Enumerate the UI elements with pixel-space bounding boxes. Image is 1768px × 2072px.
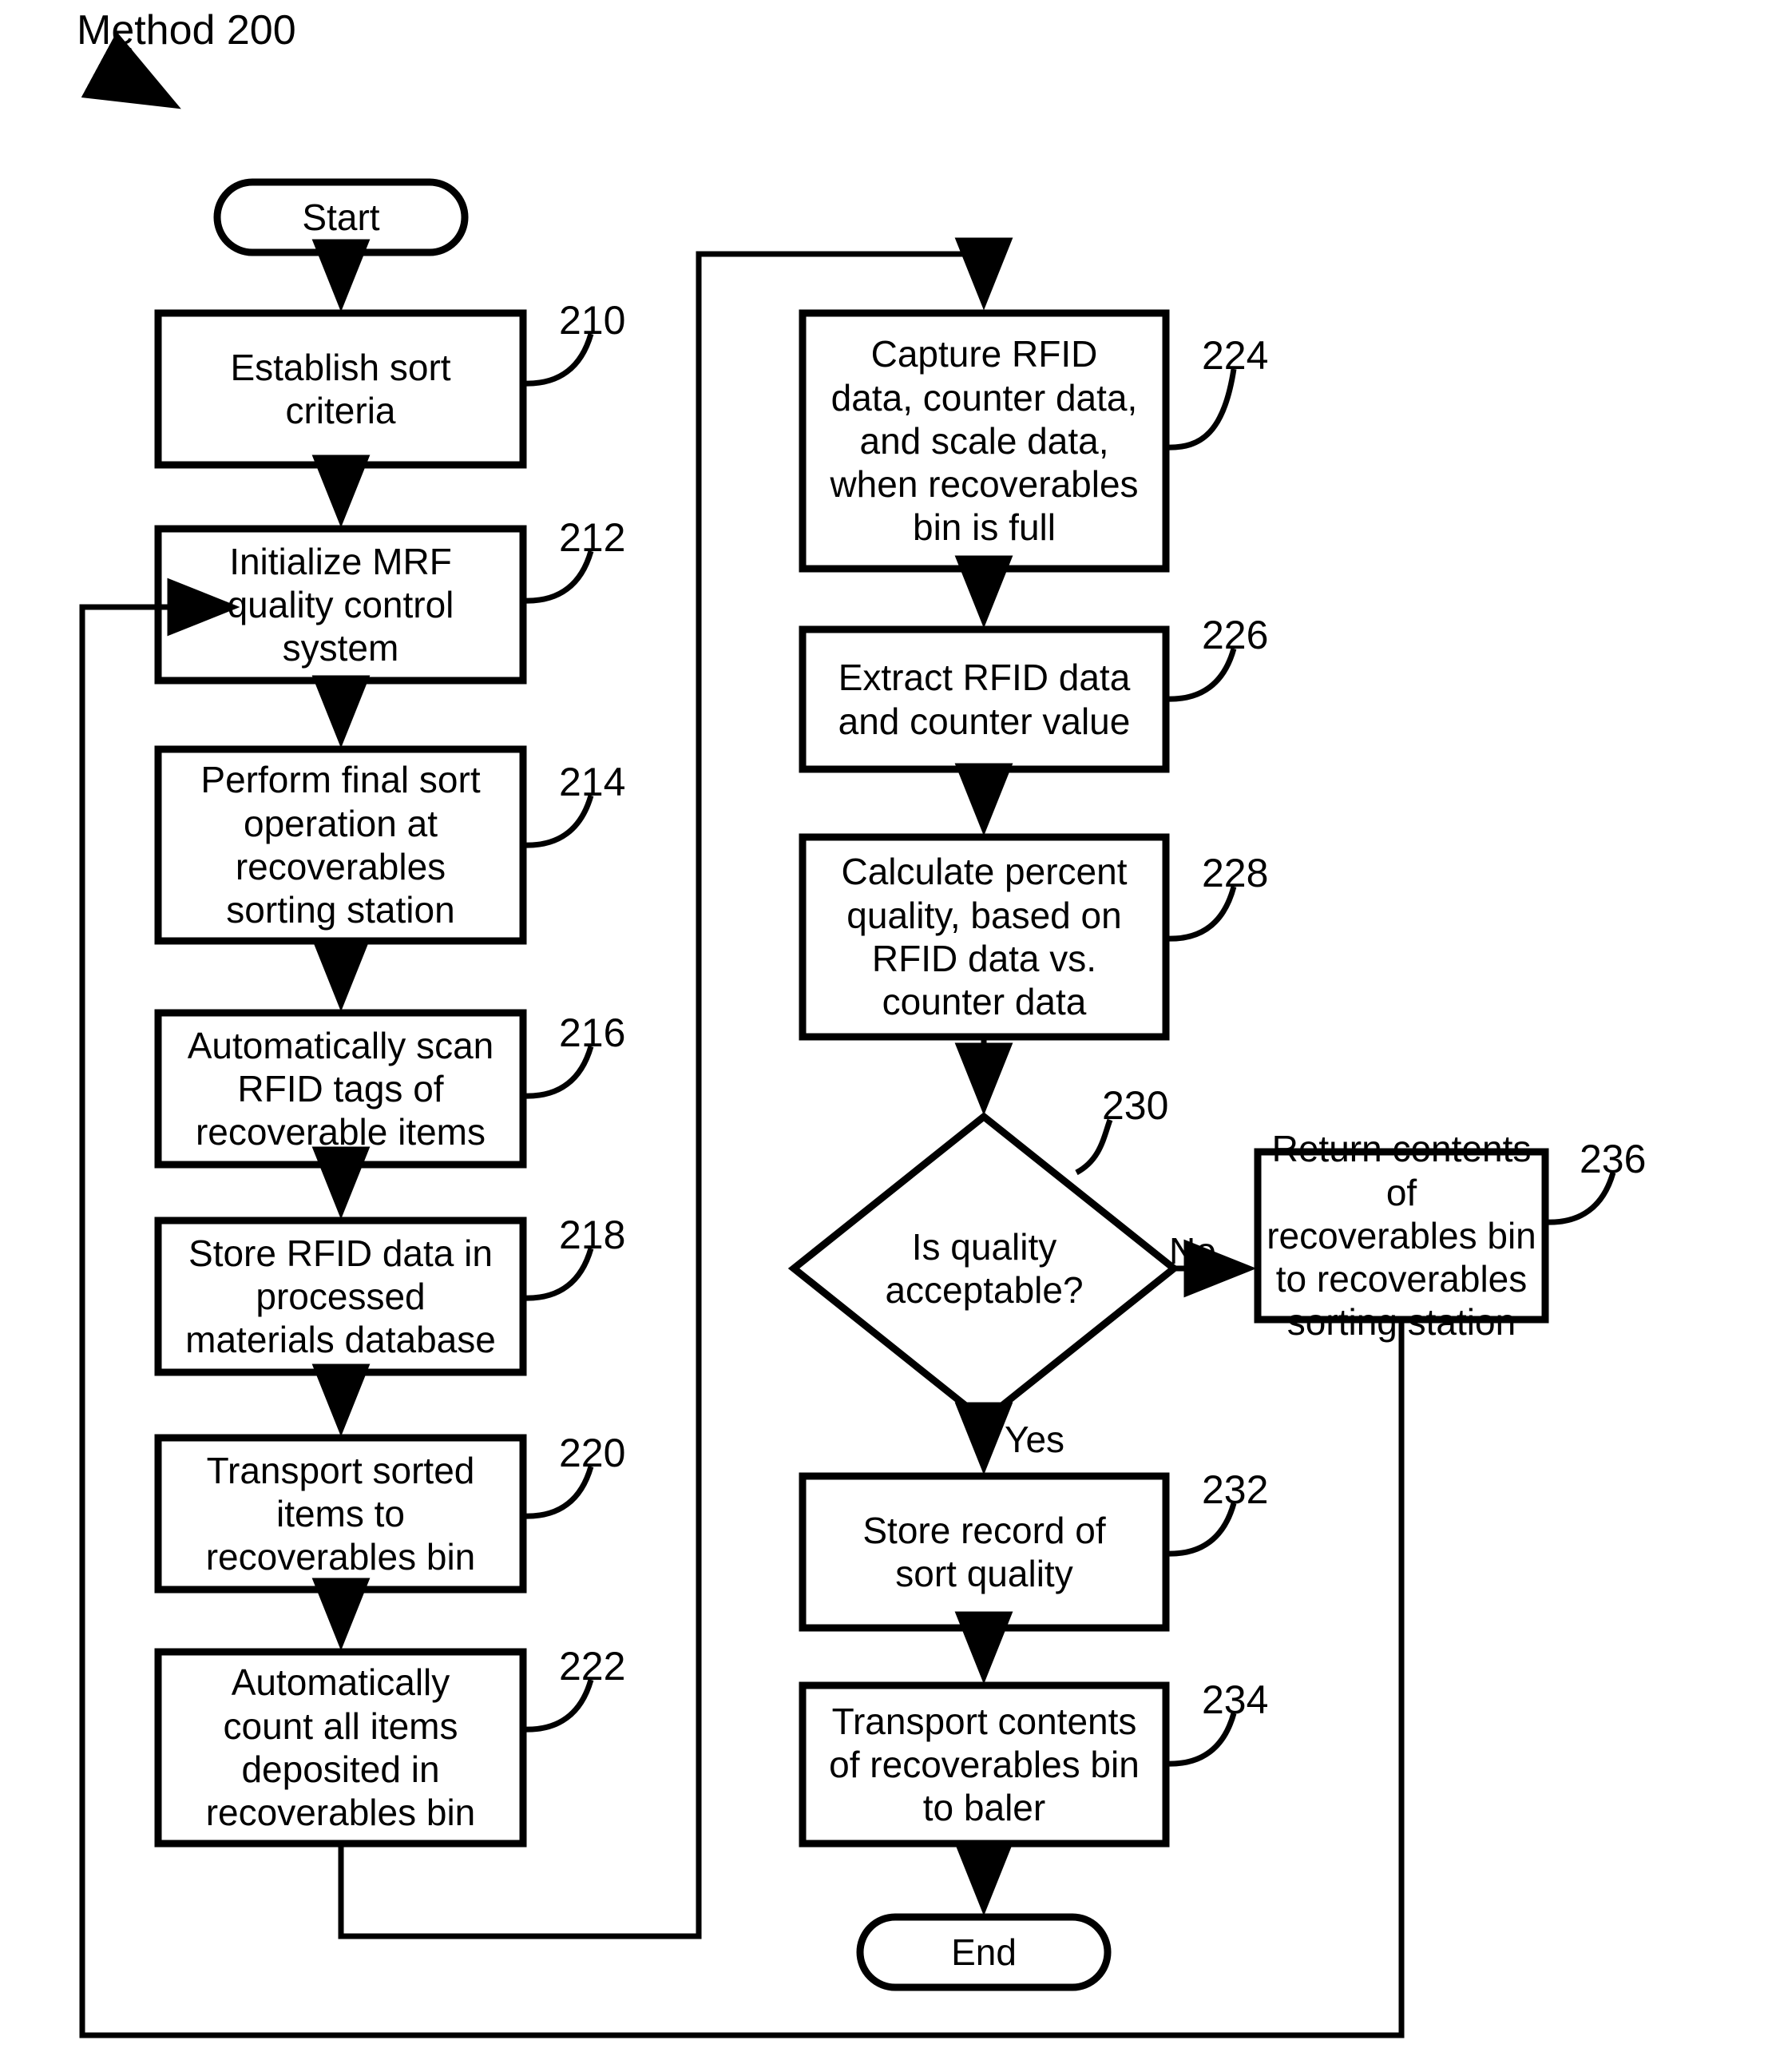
shape-210	[154, 309, 527, 469]
shape-234	[799, 1681, 1170, 1848]
flowchart-canvas	[79, 31, 1616, 2038]
shape-232	[799, 1472, 1170, 1632]
shape-228	[799, 833, 1170, 1041]
ref-number-234: 234	[1202, 1677, 1269, 1722]
ref-number-212: 212	[559, 515, 626, 560]
ref-number-222: 222	[559, 1644, 626, 1689]
shape-218	[154, 1217, 527, 1376]
figure-caption-arrow	[81, 31, 181, 109]
ref-number-218: 218	[559, 1213, 626, 1257]
ref-number-210: 210	[559, 298, 626, 343]
ref-number-230: 230	[1102, 1083, 1169, 1128]
flowchart-page: Method 200 Start Establish sort criteria…	[0, 0, 1768, 2072]
shape-220	[154, 1434, 527, 1594]
ref-number-236: 236	[1580, 1137, 1647, 1181]
ref-number-228: 228	[1202, 851, 1269, 895]
shape-end	[856, 1913, 1112, 1991]
ref-number-226: 226	[1202, 613, 1269, 657]
shape-216	[154, 1009, 527, 1169]
ref-number-232: 232	[1202, 1467, 1269, 1512]
edge-label-yes: Yes	[1005, 1419, 1065, 1460]
shape-230	[787, 1112, 1180, 1425]
shape-214	[154, 745, 527, 945]
shape-226	[799, 625, 1170, 773]
shape-236	[1254, 1148, 1549, 1324]
ref-number-216: 216	[559, 1010, 626, 1055]
figure-caption: Method 200	[77, 7, 296, 54]
ref-number-224: 224	[1202, 333, 1269, 378]
shape-224	[799, 309, 1170, 573]
shape-222	[154, 1648, 527, 1848]
edge-label-no: No	[1169, 1230, 1216, 1272]
ref-number-220: 220	[559, 1431, 626, 1475]
leader-224	[1165, 368, 1237, 451]
ref-number-214: 214	[559, 760, 626, 804]
shape-start	[213, 178, 469, 256]
